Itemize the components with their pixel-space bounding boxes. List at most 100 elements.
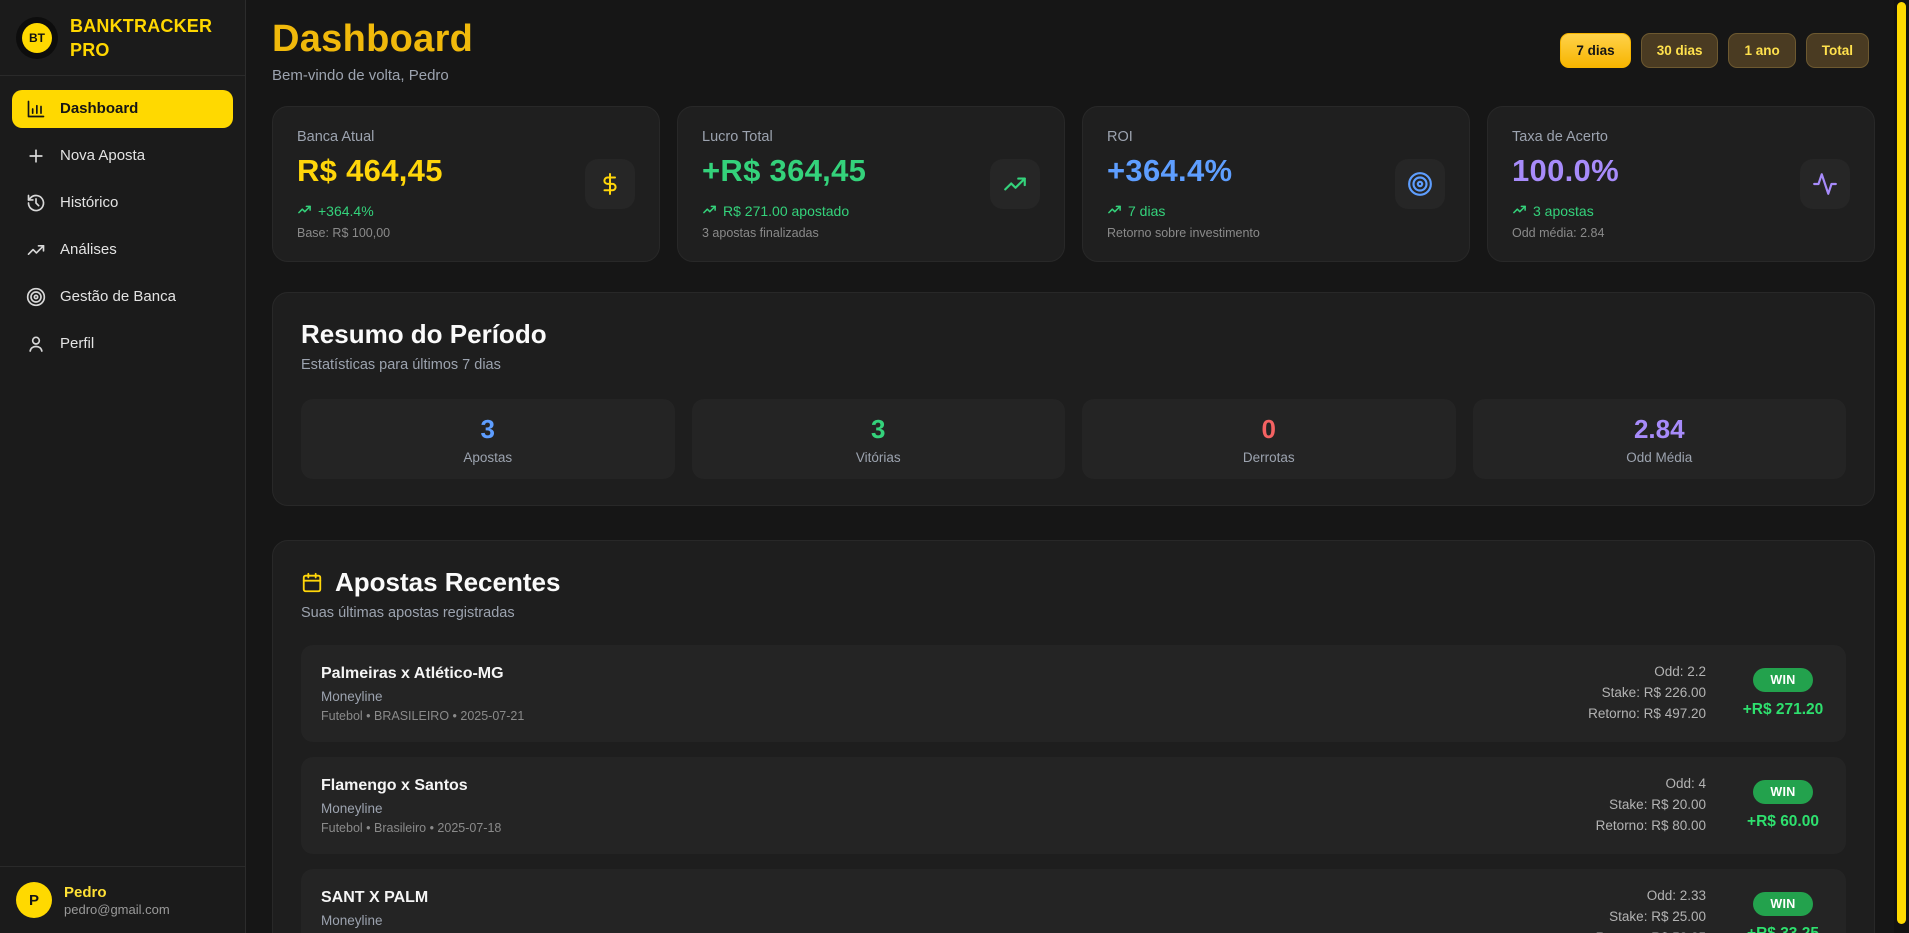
bet-profit: +R$ 271.20 — [1743, 701, 1824, 719]
bet-numbers: Odd: 2.33 Stake: R$ 25.00 Retorno: R$ 58… — [1596, 886, 1706, 933]
sidebar-user-info: Pedro pedro@gmail.com — [64, 883, 170, 918]
bet-match: Palmeiras x Atlético-MG — [321, 665, 524, 683]
sidebar-item-label: Nova Aposta — [60, 147, 145, 164]
dollar-icon — [585, 159, 635, 209]
bet-odd: Odd: 2.2 — [1588, 662, 1706, 683]
bet-stake: Stake: R$ 226.00 — [1588, 683, 1706, 704]
bet-numbers: Odd: 2.2 Stake: R$ 226.00 Retorno: R$ 49… — [1588, 662, 1706, 725]
bet-info: SANT X PALM Moneyline • BRASILEIRAO • 20… — [321, 889, 487, 933]
sidebar-item-label: Análises — [60, 241, 117, 258]
period-button-7-dias[interactable]: 7 dias — [1560, 33, 1630, 68]
target-icon — [1395, 159, 1445, 209]
recent-bets-header: Apostas Recentes — [301, 567, 1846, 598]
sidebar-item-dashboard[interactable]: Dashboard — [12, 90, 233, 128]
avatar: P — [16, 882, 52, 918]
page-title: Dashboard — [272, 18, 473, 61]
stat-trend: R$ 271.00 apostado — [702, 202, 866, 220]
bet-retorno: Retorno: R$ 58.25 — [1596, 928, 1706, 933]
summary-label: Apostas — [463, 450, 512, 465]
bet-market: Moneyline — [321, 689, 524, 704]
bet-meta: Futebol • Brasileiro • 2025-07-18 — [321, 821, 501, 835]
target-icon — [26, 287, 46, 307]
bets-list: Palmeiras x Atlético-MG Moneyline Futebo… — [301, 645, 1846, 933]
sidebar-item-gestao-de-banca[interactable]: Gestão de Banca — [12, 278, 233, 316]
trending-up-icon — [702, 202, 717, 220]
bet-right: Odd: 4 Stake: R$ 20.00 Retorno: R$ 80.00… — [1596, 774, 1826, 837]
trending-up-icon — [1512, 202, 1527, 220]
sidebar-item-perfil[interactable]: Perfil — [12, 325, 233, 363]
bet-retorno: Retorno: R$ 497.20 — [1588, 704, 1706, 725]
page-heading: Dashboard Bem-vindo de volta, Pedro — [272, 18, 473, 84]
bet-result: WIN +R$ 33.25 — [1740, 892, 1826, 933]
period-button-total[interactable]: Total — [1806, 33, 1869, 68]
summary-value: 3 — [481, 414, 495, 445]
stat-trend: 7 dias — [1107, 202, 1260, 220]
activity-icon — [1800, 159, 1850, 209]
stat-note: Retorno sobre investimento — [1107, 226, 1260, 240]
bet-retorno: Retorno: R$ 80.00 — [1596, 816, 1706, 837]
trending-up-icon — [990, 159, 1040, 209]
summary-grid: 3 Apostas 3 Vitórias 0 Derrotas 2.84 Odd… — [301, 399, 1846, 479]
plus-icon — [26, 146, 46, 166]
bet-meta: Futebol • BRASILEIRO • 2025-07-21 — [321, 709, 524, 723]
summary-label: Vitórias — [856, 450, 901, 465]
sidebar-item-label: Perfil — [60, 335, 94, 352]
stat-trend: 3 apostas — [1512, 202, 1619, 220]
status-badge: WIN — [1753, 892, 1812, 916]
sidebar-user[interactable]: P Pedro pedro@gmail.com — [0, 866, 245, 933]
period-button-1-ano[interactable]: 1 ano — [1728, 33, 1795, 68]
bet-stake: Stake: R$ 25.00 — [1596, 907, 1706, 928]
stat-label: ROI — [1107, 129, 1260, 145]
bet-market: Moneyline — [321, 913, 487, 928]
stat-note: Base: R$ 100,00 — [297, 226, 443, 240]
brand-logo-initials: BT — [22, 23, 52, 53]
scrollbar-thumb[interactable] — [1897, 2, 1906, 924]
stat-value: R$ 464,45 — [297, 153, 443, 189]
stat-value: +R$ 364,45 — [702, 153, 866, 189]
bet-result: WIN +R$ 271.20 — [1740, 668, 1826, 719]
status-badge: WIN — [1753, 780, 1812, 804]
stat-card-taxa-de-acerto: Taxa de Acerto 100.0% 3 apostas Odd médi… — [1487, 106, 1875, 262]
stat-card-banca-atual: Banca Atual R$ 464,45 +364.4% Base: R$ 1… — [272, 106, 660, 262]
bet-profit: +R$ 33.25 — [1747, 925, 1819, 933]
summary-tile-derrotas: 0 Derrotas — [1082, 399, 1456, 479]
period-button-30-dias[interactable]: 30 dias — [1641, 33, 1719, 68]
bet-match: SANT X PALM — [321, 889, 487, 907]
stat-cards-row: Banca Atual R$ 464,45 +364.4% Base: R$ 1… — [272, 106, 1875, 262]
bar-chart-icon — [26, 99, 46, 119]
stat-card-lucro-total: Lucro Total +R$ 364,45 R$ 271.00 apostad… — [677, 106, 1065, 262]
stat-note: Odd média: 2.84 — [1512, 226, 1619, 240]
bet-info: Flamengo x Santos Moneyline Futebol • Br… — [321, 777, 501, 835]
sidebar-item-historico[interactable]: Histórico — [12, 184, 233, 222]
sidebar-item-analises[interactable]: Análises — [12, 231, 233, 269]
stat-value: 100.0% — [1512, 153, 1619, 189]
bet-row[interactable]: Flamengo x Santos Moneyline Futebol • Br… — [301, 757, 1846, 854]
summary-value: 0 — [1262, 414, 1276, 445]
sidebar-item-label: Gestão de Banca — [60, 288, 176, 305]
bet-row[interactable]: Palmeiras x Atlético-MG Moneyline Futebo… — [301, 645, 1846, 742]
bet-market: Moneyline — [321, 801, 501, 816]
summary-label: Odd Média — [1626, 450, 1692, 465]
history-icon — [26, 193, 46, 213]
stat-label: Taxa de Acerto — [1512, 129, 1619, 145]
summary-label: Derrotas — [1243, 450, 1295, 465]
recent-bets-title: Apostas Recentes — [335, 567, 560, 598]
sidebar-item-label: Dashboard — [60, 100, 138, 117]
trending-up-icon — [26, 240, 46, 260]
summary-tile-vitorias: 3 Vitórias — [692, 399, 1066, 479]
bet-row[interactable]: SANT X PALM Moneyline • BRASILEIRAO • 20… — [301, 869, 1846, 933]
stat-trend: +364.4% — [297, 202, 443, 220]
summary-tile-odd-media: 2.84 Odd Média — [1473, 399, 1847, 479]
bet-stake: Stake: R$ 20.00 — [1596, 795, 1706, 816]
stat-note: 3 apostas finalizadas — [702, 226, 866, 240]
stat-label: Banca Atual — [297, 129, 443, 145]
recent-bets-panel: Apostas Recentes Suas últimas apostas re… — [272, 540, 1875, 933]
stat-card-roi: ROI +364.4% 7 dias Retorno sobre investi… — [1082, 106, 1470, 262]
period-filter-group: 7 dias 30 dias 1 ano Total — [1560, 33, 1869, 68]
sidebar-item-nova-aposta[interactable]: Nova Aposta — [12, 137, 233, 175]
trending-up-icon — [1107, 202, 1122, 220]
trending-up-icon — [297, 202, 312, 220]
bet-result: WIN +R$ 60.00 — [1740, 780, 1826, 831]
bet-profit: +R$ 60.00 — [1747, 813, 1819, 831]
summary-title: Resumo do Período — [301, 319, 1846, 350]
